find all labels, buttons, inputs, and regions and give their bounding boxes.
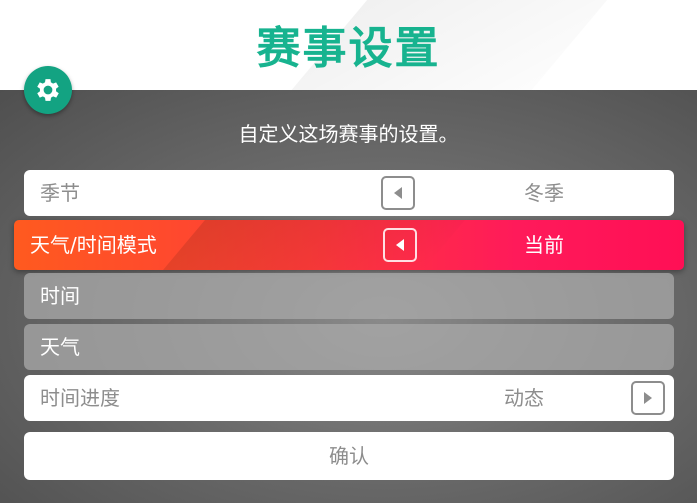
page-title: 赛事设置 bbox=[256, 23, 441, 74]
weather-time-mode-prev-button[interactable] bbox=[383, 228, 417, 262]
setting-value-weather-time-mode: 当前 bbox=[524, 233, 564, 257]
setting-value-season: 冬季 bbox=[524, 181, 564, 205]
time-progression-next-button[interactable] bbox=[631, 381, 665, 415]
setting-row-time-progression[interactable]: 时间进度 动态 bbox=[24, 375, 674, 421]
settings-badge bbox=[24, 66, 72, 114]
row-highlight-decoration bbox=[163, 220, 465, 270]
arrow-left-icon bbox=[396, 239, 404, 251]
arrow-right-icon bbox=[644, 392, 652, 404]
header: 赛事设置 bbox=[0, 0, 697, 90]
gear-icon bbox=[37, 79, 59, 101]
setting-label-weather: 天气 bbox=[40, 335, 80, 359]
setting-row-time: 时间 bbox=[24, 273, 674, 319]
season-prev-button[interactable] bbox=[381, 176, 415, 210]
setting-label-time-progression: 时间进度 bbox=[40, 386, 120, 410]
setting-label-weather-time-mode: 天气/时间模式 bbox=[30, 233, 157, 257]
setting-row-season[interactable]: 季节 冬季 bbox=[24, 170, 674, 216]
setting-label-season: 季节 bbox=[40, 181, 80, 205]
setting-value-time-progression: 动态 bbox=[504, 386, 544, 410]
settings-description: 自定义这场赛事的设置。 bbox=[238, 122, 459, 146]
confirm-button[interactable]: 确认 bbox=[24, 432, 674, 480]
setting-row-weather-time-mode[interactable]: 天气/时间模式 当前 bbox=[14, 220, 684, 270]
arrow-left-icon bbox=[394, 187, 402, 199]
setting-label-time: 时间 bbox=[40, 284, 80, 308]
setting-row-weather: 天气 bbox=[24, 324, 674, 370]
